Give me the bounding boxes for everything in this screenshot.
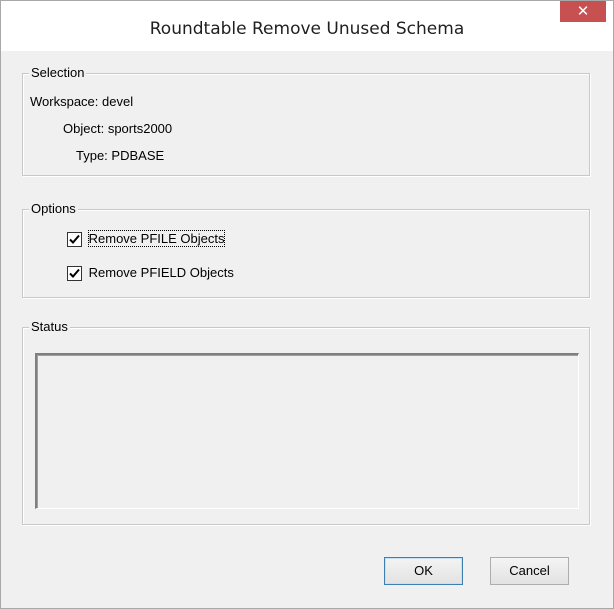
- title-bar[interactable]: Roundtable Remove Unused Schema ✕: [1, 1, 613, 51]
- options-legend: Options: [29, 201, 78, 216]
- type-row: Type: PDBASE: [76, 147, 164, 165]
- ok-button[interactable]: OK: [384, 557, 463, 585]
- type-value: PDBASE: [111, 148, 165, 163]
- remove-pfield-checkbox[interactable]: [67, 266, 82, 282]
- object-value: sports2000: [107, 121, 173, 136]
- checkmark-icon: [69, 268, 80, 279]
- status-group: Status: [22, 320, 590, 525]
- dialog-client-area: Selection Workspace: devel Object: sport…: [8, 51, 605, 600]
- selection-legend: Selection: [29, 65, 87, 80]
- remove-pfile-checkbox[interactable]: [67, 232, 82, 248]
- checkmark-icon: [69, 234, 80, 245]
- status-text-area[interactable]: [35, 353, 579, 509]
- object-label: Object:: [63, 121, 105, 136]
- close-icon: ✕: [576, 2, 590, 20]
- type-label: Type:: [76, 148, 108, 163]
- selection-group: Selection Workspace: devel Object: sport…: [22, 66, 590, 176]
- workspace-value: devel: [102, 94, 134, 109]
- options-group: Options Remove PFILE Objects Remove PFIE…: [22, 202, 590, 298]
- remove-pfile-checkbox-row[interactable]: Remove PFILE Objects: [67, 230, 226, 248]
- workspace-label: Workspace:: [30, 94, 99, 109]
- status-legend: Status: [29, 319, 70, 334]
- workspace-row: Workspace: devel: [30, 93, 133, 111]
- window-title: Roundtable Remove Unused Schema: [149, 19, 465, 39]
- object-row: Object: sports2000: [63, 120, 172, 138]
- dialog-window: Roundtable Remove Unused Schema ✕ Select…: [0, 0, 614, 609]
- remove-pfield-label[interactable]: Remove PFIELD Objects: [89, 265, 234, 280]
- cancel-button[interactable]: Cancel: [490, 557, 569, 585]
- remove-pfile-label[interactable]: Remove PFILE Objects: [87, 230, 226, 247]
- remove-pfield-checkbox-row[interactable]: Remove PFIELD Objects: [67, 264, 234, 282]
- close-button[interactable]: ✕: [560, 1, 606, 22]
